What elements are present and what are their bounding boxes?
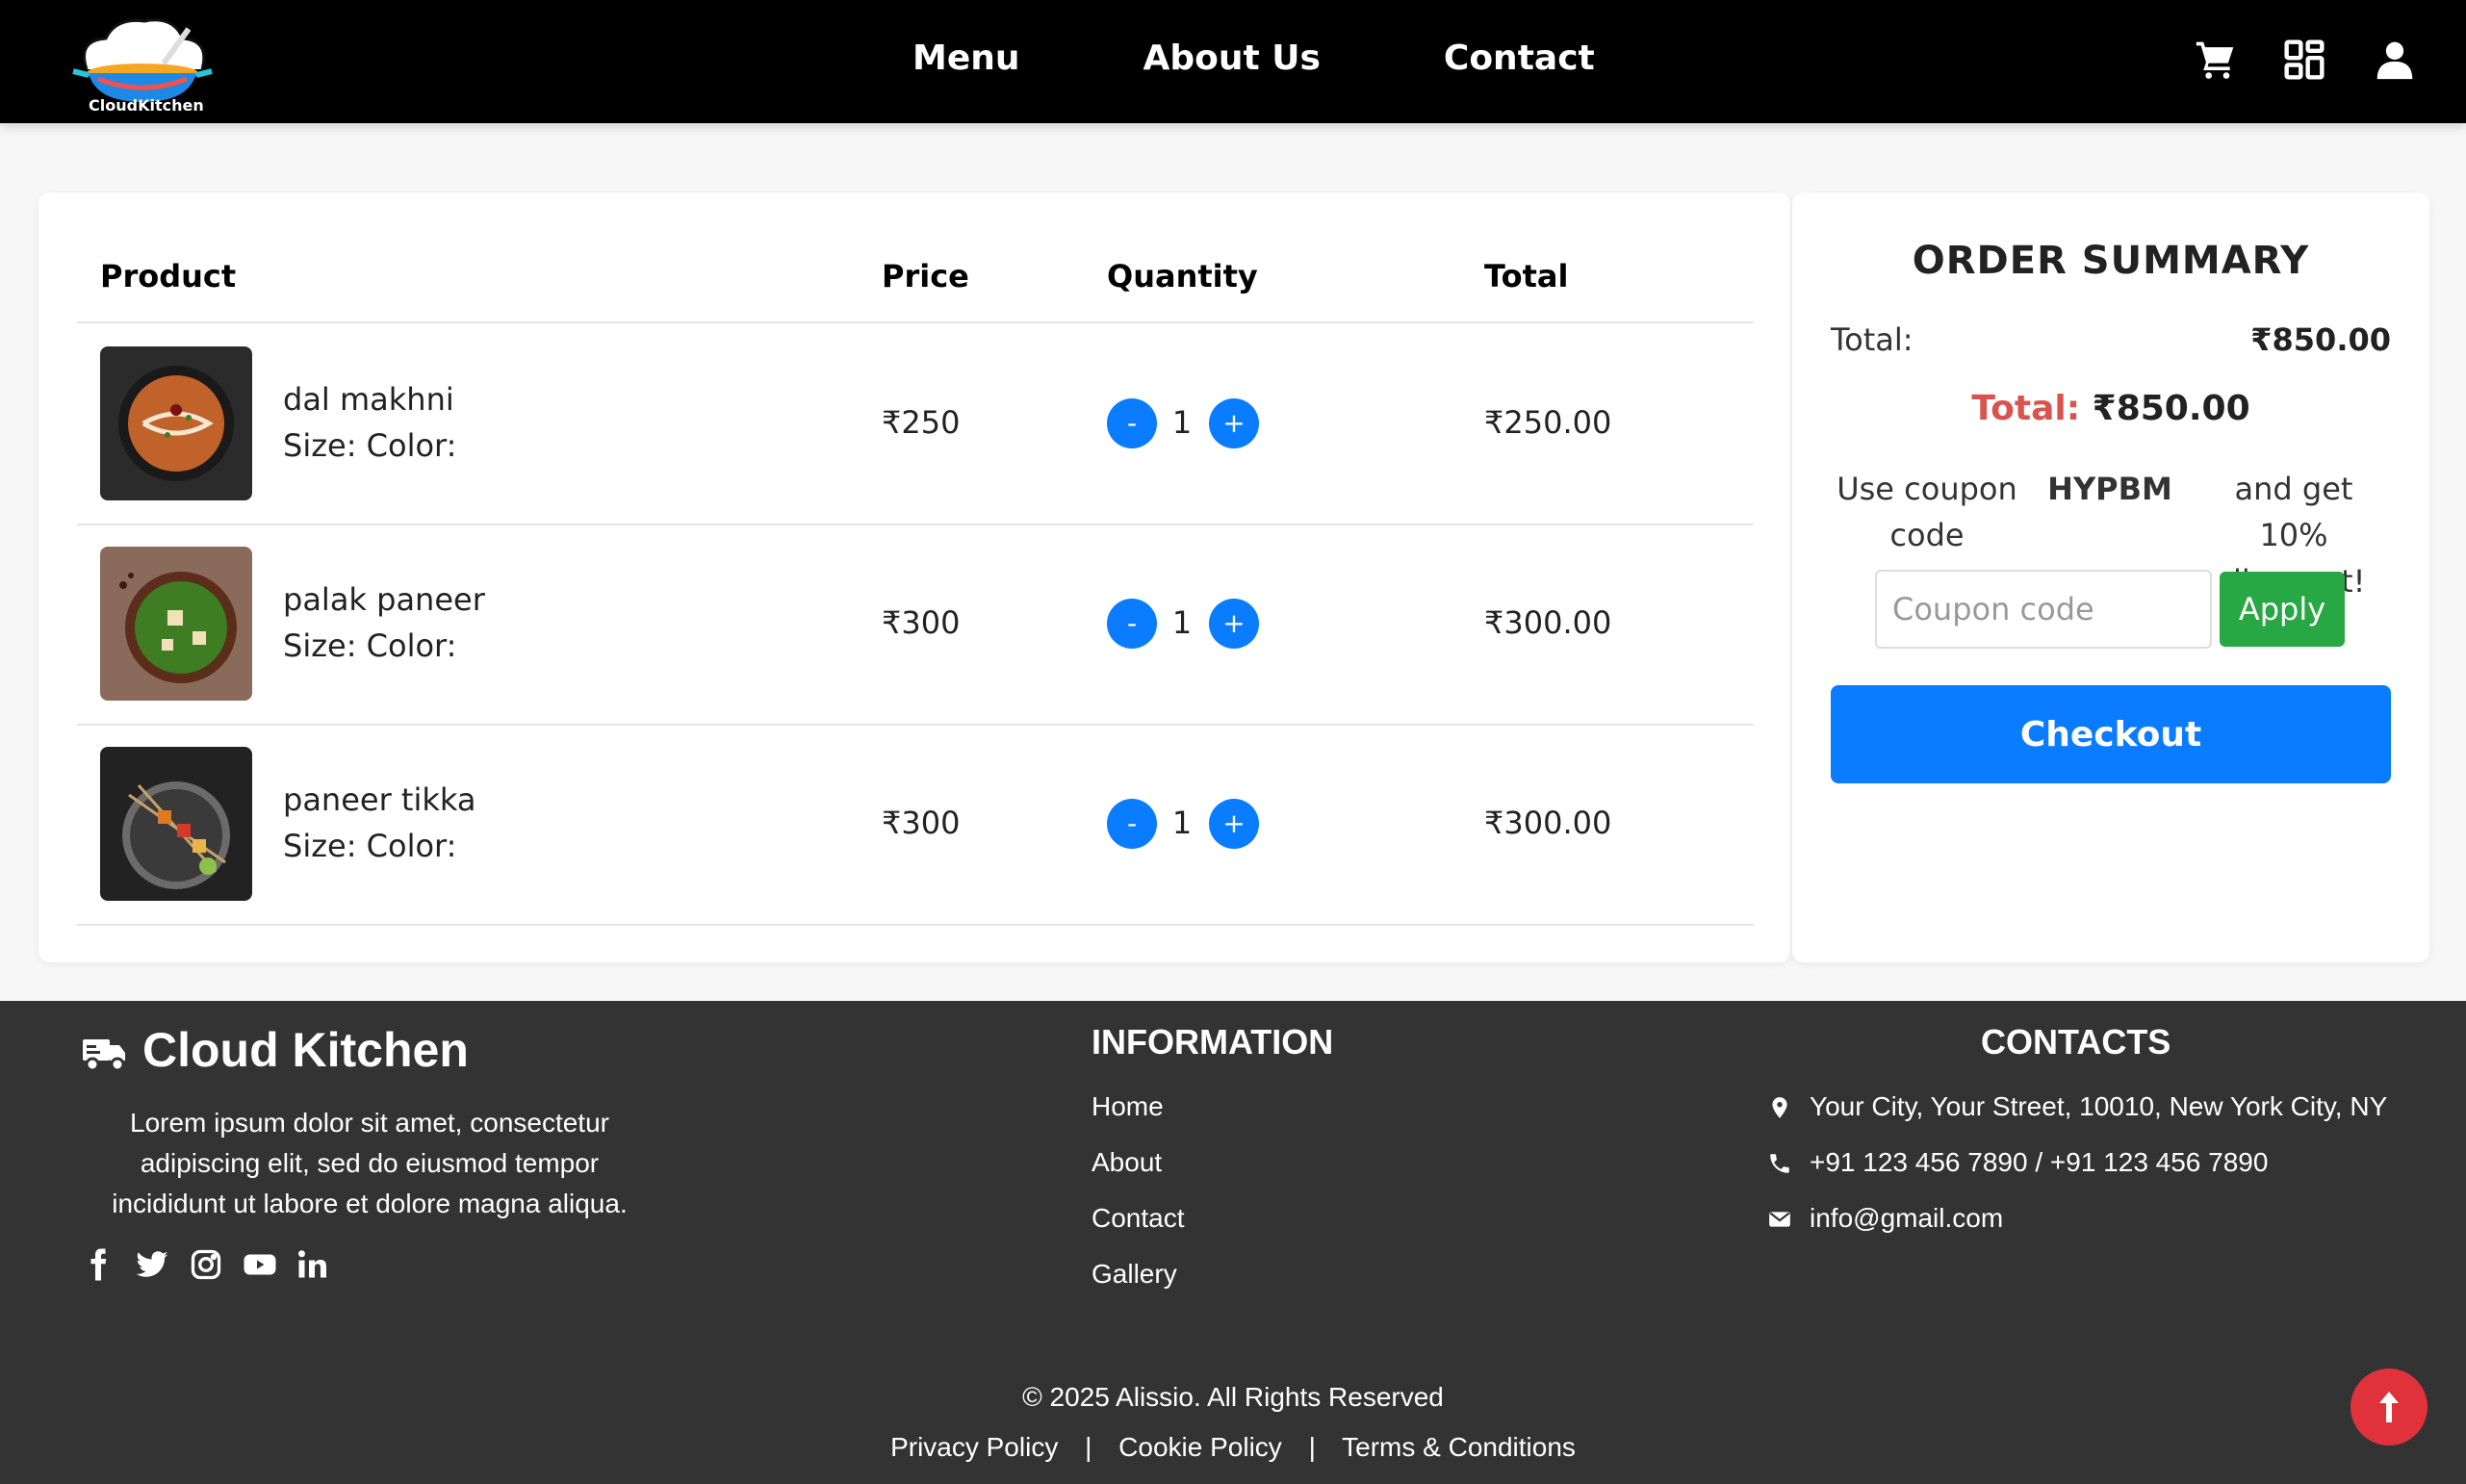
decrease-qty-button[interactable]: - <box>1107 799 1157 849</box>
footer-brand-name: Cloud Kitchen <box>142 1023 469 1077</box>
instagram-icon[interactable] <box>189 1247 223 1282</box>
product-line-total: ₹300.00 <box>1484 805 1612 841</box>
product-size-color: Size: Color: <box>283 627 457 664</box>
product-name[interactable]: palak paneer <box>283 581 485 618</box>
apply-coupon-button[interactable]: Apply <box>2220 572 2345 647</box>
email-icon <box>1767 1207 1792 1232</box>
decrease-qty-button[interactable]: - <box>1107 599 1157 649</box>
coupon-promo-prefix: Use coupon code <box>1837 471 2017 553</box>
product-image-dal-makhni <box>100 346 252 500</box>
email-text[interactable]: info@gmail.com <box>1810 1203 2003 1234</box>
decrease-qty-button[interactable]: - <box>1107 398 1157 448</box>
copyright: © 2025 Alissio. All Rights Reserved <box>1022 1382 1444 1412</box>
policy-links: Privacy Policy | Cookie Policy | Terms &… <box>0 1432 2466 1463</box>
footer-link-about[interactable]: About <box>1092 1147 1162 1178</box>
cookie-policy-link[interactable]: Cookie Policy <box>1118 1432 1282 1462</box>
grid-icon[interactable] <box>2283 38 2325 81</box>
youtube-icon[interactable] <box>243 1247 277 1282</box>
scroll-to-top-button[interactable] <box>2350 1369 2427 1446</box>
checkout-button[interactable]: Checkout <box>1831 685 2391 783</box>
grand-total-label: Total: <box>1971 389 2081 428</box>
cart-table: Product Price Quantity Total dal makhni … <box>39 192 1790 962</box>
product-size-color: Size: Color: <box>283 828 457 864</box>
product-price: ₹250 <box>882 404 961 441</box>
delivery-truck-icon <box>81 1032 127 1074</box>
increase-qty-button[interactable]: + <box>1209 599 1259 649</box>
header-product: Product <box>100 258 237 294</box>
coupon-code-input[interactable] <box>1875 570 2212 649</box>
quantity-value: 1 <box>1171 604 1193 641</box>
cart-icon[interactable] <box>2195 38 2237 81</box>
terms-conditions-link[interactable]: Terms & Conditions <box>1342 1432 1576 1462</box>
phone-icon <box>1767 1151 1792 1176</box>
user-icon[interactable] <box>2374 38 2416 81</box>
main-nav: Menu About Us Contact <box>912 38 1595 78</box>
nav-link-contact[interactable]: Contact <box>1444 38 1595 78</box>
location-pin-icon <box>1767 1095 1792 1120</box>
product-image-palak-paneer <box>100 547 252 701</box>
product-name[interactable]: paneer tikka <box>283 781 475 818</box>
product-name[interactable]: dal makhni <box>283 381 454 418</box>
cart-row: dal makhni Size: Color: ₹250 - 1 + ₹250.… <box>39 323 1790 524</box>
increase-qty-button[interactable]: + <box>1209 799 1259 849</box>
twitter-icon[interactable] <box>135 1247 169 1282</box>
nav-link-menu[interactable]: Menu <box>912 38 1020 78</box>
coupon-promo-code: HYPBM <box>2047 471 2172 507</box>
contacts-heading: CONTACTS <box>1981 1022 2171 1062</box>
product-image-paneer-tikka <box>100 747 252 901</box>
summary-total-label: Total: <box>1831 321 1914 358</box>
product-line-total: ₹250.00 <box>1484 404 1612 441</box>
footer-link-gallery[interactable]: Gallery <box>1092 1259 1177 1290</box>
increase-qty-button[interactable]: + <box>1209 398 1259 448</box>
order-summary: ORDER SUMMARY Total: ₹850.00 Total: ₹850… <box>1792 192 2429 962</box>
separator: | <box>1308 1432 1316 1462</box>
product-line-total: ₹300.00 <box>1484 604 1612 641</box>
nav-link-about-us[interactable]: About Us <box>1143 38 1321 78</box>
footer-description: Lorem ipsum dolor sit amet, consectetur … <box>112 1108 628 1218</box>
summary-total-value: ₹850.00 <box>2250 321 2391 358</box>
product-price: ₹300 <box>882 805 961 841</box>
header-quantity: Quantity <box>1107 258 1258 294</box>
product-price: ₹300 <box>882 604 961 641</box>
brand-logo[interactable]: CloudKitchen <box>67 12 218 115</box>
cart-row: palak paneer Size: Color: ₹300 - 1 + ₹30… <box>39 524 1790 724</box>
information-heading: INFORMATION <box>1092 1022 1334 1062</box>
linkedin-icon[interactable] <box>295 1247 329 1282</box>
address-text: Your City, Your Street, 10010, New York … <box>1810 1091 2388 1121</box>
grand-total-value: ₹850.00 <box>2092 389 2250 428</box>
separator: | <box>1085 1432 1092 1462</box>
grand-total: Total: ₹850.00 <box>1792 389 2429 428</box>
arrow-up-icon <box>2379 1392 2399 1422</box>
phone-text: +91 123 456 7890 / +91 123 456 7890 <box>1810 1147 2269 1177</box>
header-price: Price <box>882 258 969 294</box>
logo-text: CloudKitchen <box>89 96 204 115</box>
row-divider <box>77 924 1754 926</box>
footer-link-contact[interactable]: Contact <box>1092 1203 1185 1234</box>
facebook-icon[interactable] <box>81 1247 116 1282</box>
header-total: Total <box>1484 258 1569 294</box>
cart-row: paneer tikka Size: Color: ₹300 - 1 + ₹30… <box>39 724 1790 924</box>
quantity-value: 1 <box>1171 805 1193 841</box>
product-size-color: Size: Color: <box>283 427 457 464</box>
footer: Cloud Kitchen Lorem ipsum dolor sit amet… <box>0 1001 2466 1484</box>
navbar: CloudKitchen Menu About Us Contact <box>0 0 2466 123</box>
privacy-policy-link[interactable]: Privacy Policy <box>890 1432 1058 1462</box>
quantity-value: 1 <box>1171 404 1193 441</box>
footer-link-home[interactable]: Home <box>1092 1091 1164 1122</box>
summary-title: ORDER SUMMARY <box>1912 239 2310 283</box>
